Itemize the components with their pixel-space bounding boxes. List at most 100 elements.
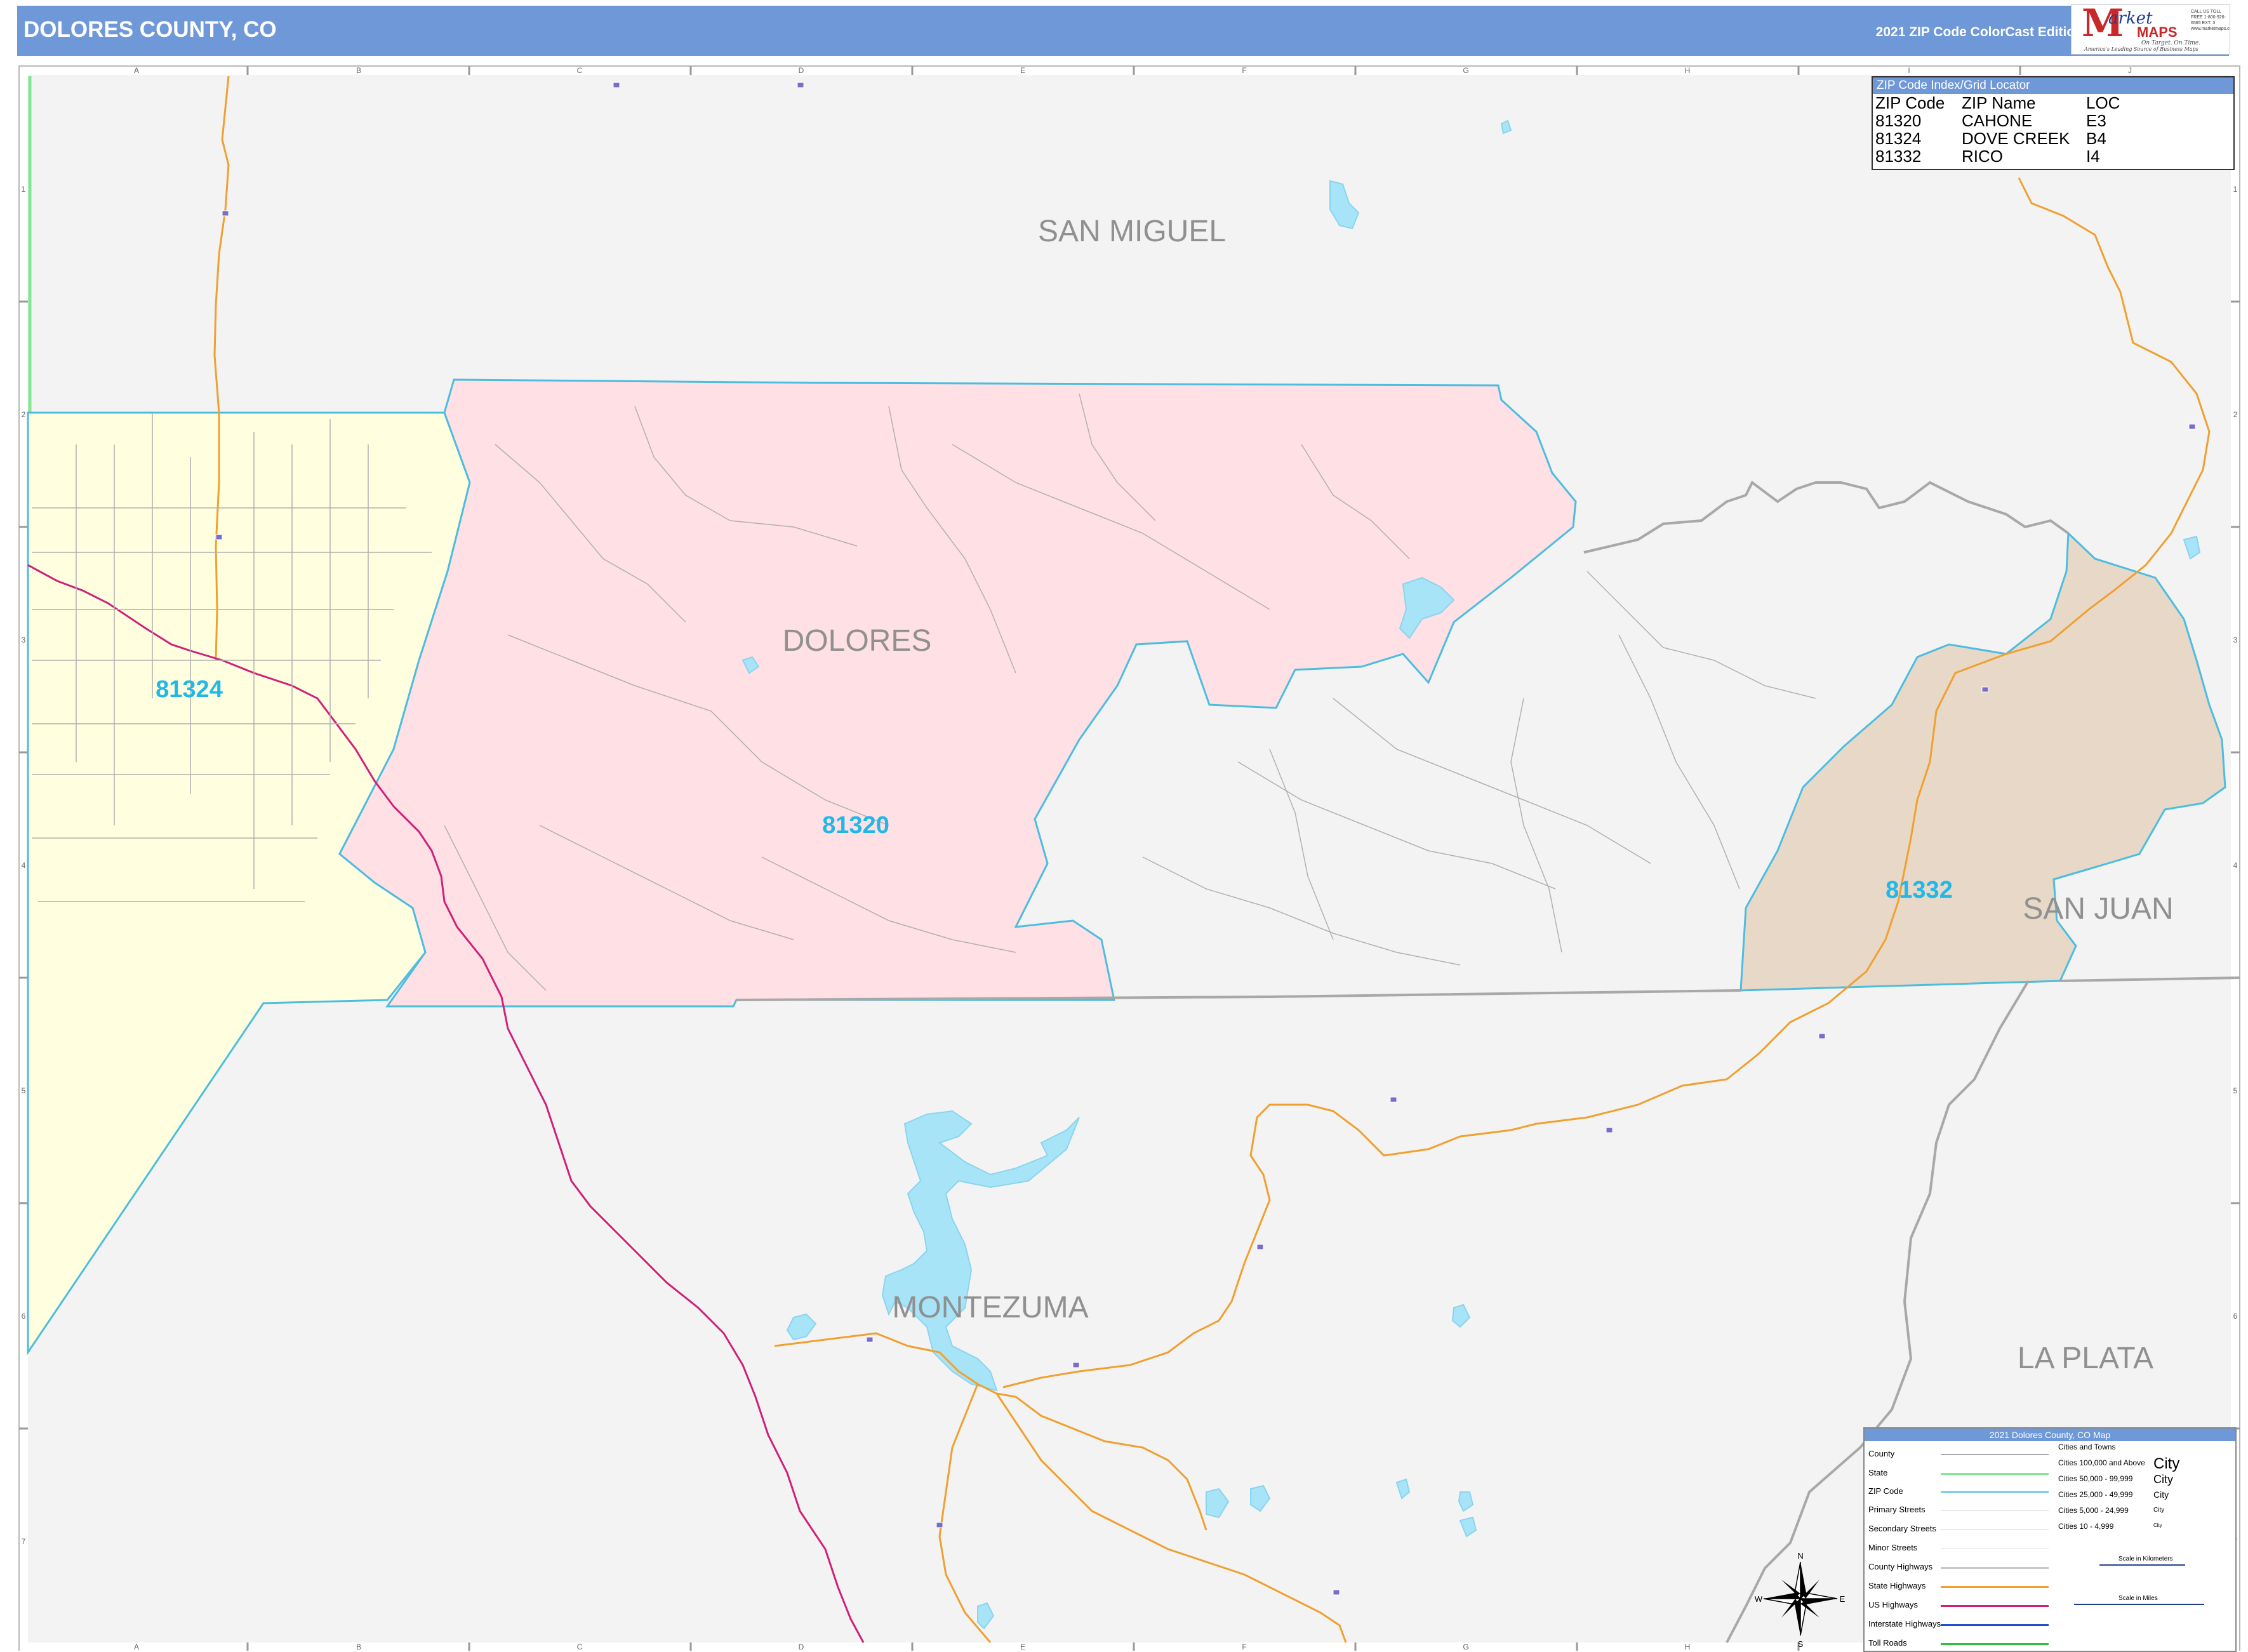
zip-label-81324: 81324 bbox=[156, 676, 223, 703]
grid-row-label: 6 bbox=[22, 1312, 26, 1321]
legend-swatch-county-hwy bbox=[1941, 1567, 2049, 1569]
legend-city-sample: City bbox=[2153, 1507, 2165, 1514]
zip-index-table: ZIP Code Index/Grid Locator ZIP Code ZIP… bbox=[1872, 76, 2235, 170]
legend-scale-km-label: Scale in Kilometers bbox=[2118, 1555, 2173, 1562]
grid-col-label: D bbox=[799, 1642, 804, 1651]
grid-col-label: G bbox=[1463, 66, 1468, 75]
zip-index-header: ZIP Code bbox=[1875, 93, 1945, 112]
grid-row-label: 7 bbox=[22, 1537, 26, 1546]
grid-row-label: 3 bbox=[2233, 636, 2238, 644]
grid-row-label: 3 bbox=[22, 636, 26, 644]
map-legend: 2021 Dolores County, CO Map County State… bbox=[1863, 1427, 2237, 1652]
grid-col-label: D bbox=[799, 66, 804, 75]
legend-item-state-hwy: State Highways bbox=[1868, 1581, 1926, 1590]
legend-city-range: Cities 25,000 - 49,999 bbox=[2058, 1490, 2133, 1499]
zip-index-cell: B4 bbox=[2086, 129, 2106, 148]
grid-col-label: J bbox=[2128, 66, 2132, 75]
county-label-la-plata: LA PLATA bbox=[2018, 1342, 2153, 1375]
legend-scale-mi-bar bbox=[2074, 1604, 2204, 1605]
grid-col-label: E bbox=[1020, 66, 1025, 75]
zip-index-cell: E3 bbox=[2086, 111, 2106, 130]
zip-index-row[interactable]: 81324 DOVE CREEK B4 bbox=[1875, 130, 2120, 147]
legend-city-sample: City bbox=[2153, 1473, 2173, 1486]
zip-index-header: LOC bbox=[2086, 93, 2120, 112]
grid-row-label: 4 bbox=[22, 861, 26, 870]
grid-row-label: 5 bbox=[2233, 1086, 2238, 1095]
county-label-san-juan: SAN JUAN bbox=[2023, 892, 2173, 926]
zip-index-cell: I4 bbox=[2086, 147, 2100, 166]
legend-scale-km-bar bbox=[2099, 1564, 2185, 1566]
legend-item-county-hwy: County Highways bbox=[1868, 1562, 1933, 1571]
legend-swatch-interstate bbox=[1941, 1624, 2049, 1626]
zip-index-cell: RICO bbox=[1962, 147, 2003, 166]
legend-scale-mi-label: Scale in Miles bbox=[2118, 1595, 2158, 1602]
grid-col-label: H bbox=[1685, 1642, 1691, 1651]
grid-col-label: C bbox=[577, 66, 583, 75]
legend-swatch-minor bbox=[1941, 1548, 2049, 1549]
grid-col-label: F bbox=[1242, 1642, 1246, 1651]
zip-index-cell: 81324 bbox=[1875, 129, 1922, 148]
zip-index-cell: 81320 bbox=[1875, 111, 1922, 130]
grid-col-label: B bbox=[356, 1642, 361, 1651]
map-canvas[interactable]: A B C D E F G H I J A B C D E F G H I J … bbox=[0, 0, 2248, 1651]
legend-item-zip: ZIP Code bbox=[1868, 1486, 1903, 1496]
legend-cities-title: Cities and Towns bbox=[2058, 1442, 2116, 1451]
grid-col-label: H bbox=[1685, 66, 1691, 75]
zip-label-81320: 81320 bbox=[822, 812, 889, 839]
grid-row-label: 6 bbox=[2233, 1312, 2238, 1321]
grid-row-label: 4 bbox=[2233, 861, 2238, 870]
legend-swatch-state bbox=[1941, 1473, 2049, 1475]
zip-index-header: ZIP Name bbox=[1962, 93, 2036, 112]
legend-swatch-us-hwy bbox=[1941, 1605, 2049, 1607]
grid-row-label: 1 bbox=[22, 185, 26, 194]
grid-col-label: C bbox=[577, 1642, 583, 1651]
grid-col-label: E bbox=[1020, 1642, 1025, 1651]
grid-row-label: 5 bbox=[22, 1086, 26, 1095]
legend-city-range: Cities 100,000 and Above bbox=[2058, 1458, 2145, 1467]
zip-index-header-row: ZIP Code ZIP Name LOC bbox=[1875, 94, 2120, 112]
legend-item-toll: Toll Roads bbox=[1868, 1638, 1907, 1648]
legend-title: 2021 Dolores County, CO Map bbox=[1865, 1429, 2235, 1441]
zip-index-cell: CAHONE bbox=[1962, 111, 2033, 130]
zip-index-cell: 81332 bbox=[1875, 147, 1922, 166]
legend-item-state: State bbox=[1868, 1468, 1888, 1477]
zip-label-81332: 81332 bbox=[1886, 877, 1953, 903]
compass-w: W bbox=[1755, 1594, 1763, 1604]
legend-item-interstate: Interstate Highways bbox=[1868, 1619, 1941, 1629]
legend-swatch-county bbox=[1941, 1454, 2049, 1455]
zip-index-row[interactable]: 81320 CAHONE E3 bbox=[1875, 112, 2120, 130]
zip-index-cell: DOVE CREEK bbox=[1962, 129, 2070, 148]
legend-swatch-state-hwy bbox=[1941, 1586, 2049, 1588]
legend-city-sample: City bbox=[2153, 1489, 2169, 1500]
grid-col-label: A bbox=[134, 1642, 139, 1651]
legend-city-sample-large: City bbox=[2153, 1455, 2180, 1472]
legend-swatch-zip bbox=[1941, 1491, 2049, 1493]
grid-col-label: I bbox=[1908, 66, 1910, 75]
county-label-san-miguel: SAN MIGUEL bbox=[1038, 215, 1226, 248]
compass-n: N bbox=[1797, 1551, 1803, 1561]
compass-e: E bbox=[1840, 1594, 1846, 1604]
grid-row-label: 1 bbox=[2233, 185, 2238, 194]
legend-item-primary: Primary Streets bbox=[1868, 1505, 1925, 1514]
legend-city-sample-small: City bbox=[2153, 1522, 2162, 1528]
compass-s: S bbox=[1798, 1639, 1804, 1649]
grid-col-label: A bbox=[134, 66, 139, 75]
legend-item-secondary: Secondary Streets bbox=[1868, 1524, 1936, 1533]
legend-item-us-hwy: US Highways bbox=[1868, 1600, 1919, 1609]
grid-row-label: 2 bbox=[2233, 410, 2238, 419]
zip-index-row[interactable]: 81332 RICO I4 bbox=[1875, 147, 2120, 165]
county-label-montezuma: MONTEZUMA bbox=[892, 1291, 1088, 1324]
legend-city-range: Cities 5,000 - 24,999 bbox=[2058, 1506, 2129, 1515]
legend-item-minor: Minor Streets bbox=[1868, 1543, 1918, 1552]
grid-row-label: 2 bbox=[22, 410, 26, 419]
legend-item-county: County bbox=[1868, 1449, 1895, 1458]
zip-index-title: ZIP Code Index/Grid Locator bbox=[1873, 77, 2233, 94]
grid-col-label: B bbox=[356, 66, 361, 75]
grid-col-label: G bbox=[1463, 1642, 1468, 1651]
grid-col-label: F bbox=[1242, 66, 1246, 75]
legend-swatch-toll bbox=[1941, 1643, 2049, 1645]
county-label-dolores: DOLORES bbox=[783, 624, 932, 658]
zip-index-grid: ZIP Code ZIP Name LOC 81320 CAHONE E3 81… bbox=[1875, 94, 2120, 165]
legend-city-range: Cities 10 - 4,999 bbox=[2058, 1522, 2114, 1531]
legend-city-range: Cities 50,000 - 99,999 bbox=[2058, 1474, 2133, 1483]
